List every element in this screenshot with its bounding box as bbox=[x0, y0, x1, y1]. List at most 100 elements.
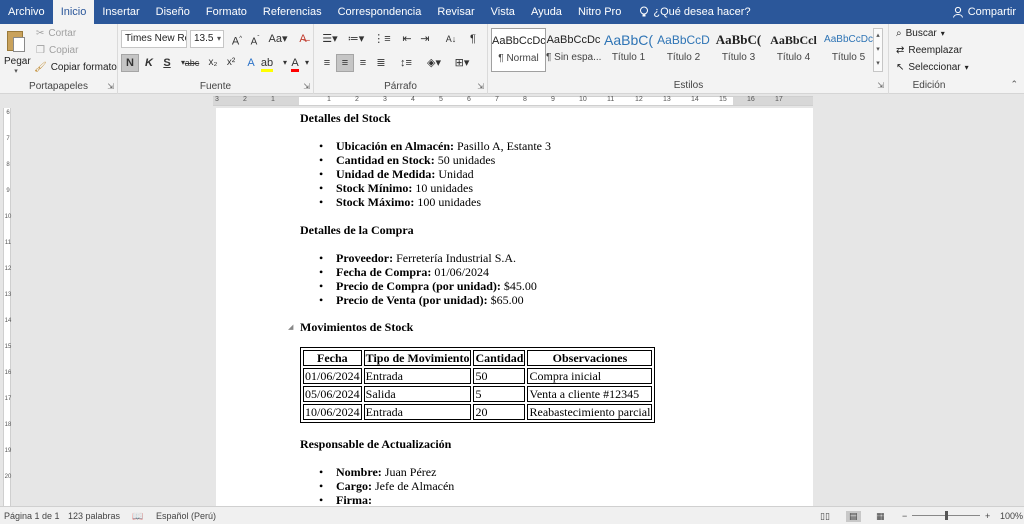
font-color-dropdown[interactable]: ▾ bbox=[302, 54, 312, 72]
align-left-icon: ≡ bbox=[323, 57, 331, 69]
vruler-number: 7 bbox=[6, 136, 10, 142]
zoom-in-button[interactable]: + bbox=[985, 511, 990, 521]
dialog-launcher-icon[interactable]: ⇲ bbox=[477, 82, 484, 91]
superscript-button[interactable]: x² bbox=[222, 54, 240, 72]
zoom-out-button[interactable]: − bbox=[902, 511, 907, 521]
collapse-ribbon-icon[interactable]: ⌃ bbox=[1010, 79, 1018, 90]
web-layout-icon[interactable]: ▦ bbox=[876, 511, 885, 522]
select-button[interactable]: ↖ Seleccionar ▾ bbox=[896, 62, 969, 73]
increase-indent-button[interactable]: ⇥ bbox=[416, 30, 434, 48]
zoom-level[interactable]: 100% bbox=[1000, 511, 1023, 521]
line-spacing-button[interactable]: ↕≡ bbox=[394, 54, 418, 72]
grow-font-button[interactable]: A^ bbox=[228, 30, 246, 48]
print-layout-icon[interactable]: ▤ bbox=[846, 511, 861, 522]
style-heading-5[interactable]: AaBbCcDc Título 5 bbox=[821, 28, 876, 72]
proofing-icon[interactable]: 📖 bbox=[132, 511, 143, 522]
tab-inicio[interactable]: Inicio bbox=[52, 0, 95, 24]
document-page[interactable]: Detalles del Stock Ubicación en Almacén:… bbox=[216, 108, 813, 506]
vruler-number: 14 bbox=[4, 318, 12, 324]
paste-button[interactable]: Pegar ▾ bbox=[4, 28, 31, 75]
dialog-launcher-icon[interactable]: ⇲ bbox=[107, 82, 114, 91]
italic-button[interactable]: K bbox=[140, 54, 158, 72]
bold-label: N bbox=[126, 57, 134, 69]
font-name-select[interactable]: Times New Ro bbox=[121, 30, 187, 48]
item-label: Unidad de Medida: bbox=[336, 167, 436, 181]
tell-me-search[interactable]: ¿Qué desea hacer? bbox=[629, 0, 758, 24]
bullets-button[interactable]: ☰▾ bbox=[318, 30, 342, 48]
ribbon: Pegar ▾ ✂ Cortar ❐ Copiar 🖌 Copiar forma… bbox=[0, 24, 1024, 94]
vruler-number: 13 bbox=[4, 292, 12, 298]
bold-button[interactable]: N bbox=[121, 54, 139, 72]
tab-insertar[interactable]: Insertar bbox=[94, 0, 147, 24]
style-sample: AaBbCcDc bbox=[546, 34, 601, 46]
tab-revisar[interactable]: Revisar bbox=[429, 0, 482, 24]
style-normal[interactable]: AaBbCcDc ¶ Normal bbox=[491, 28, 546, 72]
replace-button[interactable]: ⇄ Reemplazar bbox=[896, 45, 962, 56]
style-no-spacing[interactable]: AaBbCcDc ¶ Sin espa... bbox=[546, 28, 601, 72]
style-heading-4[interactable]: AaBbCcl Título 4 bbox=[766, 28, 821, 72]
align-right-button[interactable]: ≡ bbox=[354, 54, 372, 72]
replace-icon: ⇄ bbox=[896, 45, 905, 56]
format-painter-button[interactable]: 🖌 Copiar formato bbox=[34, 62, 117, 73]
find-button[interactable]: ⌕ Buscar ▾ bbox=[896, 28, 945, 39]
multilevel-list-button[interactable]: ⋮≡ bbox=[370, 30, 394, 48]
shrink-font-button[interactable]: Aˇ bbox=[246, 30, 264, 48]
word-count[interactable]: 123 palabras bbox=[68, 511, 120, 521]
style-heading-1[interactable]: AaBbC( Título 1 bbox=[601, 28, 656, 72]
tab-formato[interactable]: Formato bbox=[198, 0, 255, 24]
style-name: Título 1 bbox=[611, 52, 646, 63]
borders-icon: ⊞ bbox=[454, 57, 464, 69]
decrease-indent-button[interactable]: ⇤ bbox=[398, 30, 416, 48]
style-name: Título 3 bbox=[721, 52, 756, 63]
change-case-button[interactable]: Aa▾ bbox=[266, 30, 290, 48]
tab-archivo[interactable]: Archivo bbox=[0, 0, 53, 24]
dialog-launcher-icon[interactable]: ⇲ bbox=[303, 82, 310, 91]
copy-button[interactable]: ❐ Copiar bbox=[36, 45, 78, 56]
table-cell: 01/06/2024 bbox=[303, 368, 362, 384]
align-left-button[interactable]: ≡ bbox=[318, 54, 336, 72]
subscript-button[interactable]: x₂ bbox=[204, 54, 222, 72]
table-cell: 05/06/2024 bbox=[303, 386, 362, 402]
show-marks-button[interactable]: ¶ bbox=[464, 30, 482, 48]
ruler-number: 15 bbox=[719, 96, 727, 103]
clear-format-icon[interactable]: A̶ bbox=[294, 30, 312, 48]
cut-button[interactable]: ✂ Cortar bbox=[36, 28, 76, 39]
font-size-select[interactable]: 13.5 ▾ bbox=[190, 30, 224, 48]
horizontal-ruler[interactable]: 3 2 1 1 2 3 4 5 6 7 8 9 10 11 12 13 14 1… bbox=[0, 94, 1024, 108]
scissors-icon: ✂ bbox=[36, 28, 45, 39]
item-value: Pasillo A, Estante 3 bbox=[454, 139, 551, 153]
tab-nitro-pro[interactable]: Nitro Pro bbox=[570, 0, 629, 24]
strikethrough-button[interactable]: abc bbox=[182, 54, 202, 72]
item-label: Stock Máximo: bbox=[336, 195, 415, 209]
shading-button[interactable]: ◈▾ bbox=[422, 54, 446, 72]
zoom-slider-thumb[interactable] bbox=[945, 511, 948, 520]
list-item: Cargo: Jefe de Almacén bbox=[319, 479, 454, 494]
tab-referencias[interactable]: Referencias bbox=[255, 0, 330, 24]
read-mode-icon[interactable]: ▯▯ bbox=[820, 511, 830, 522]
tab-ayuda[interactable]: Ayuda bbox=[523, 0, 570, 24]
tab-correspondencia[interactable]: Correspondencia bbox=[330, 0, 430, 24]
cursor-icon: ↖ bbox=[896, 62, 905, 73]
line-spacing-icon: ↕≡ bbox=[400, 57, 412, 69]
style-heading-3[interactable]: AaBbC( Título 3 bbox=[711, 28, 766, 72]
justify-button[interactable]: ≣ bbox=[372, 54, 390, 72]
ruler-number: 4 bbox=[411, 96, 415, 103]
sort-button[interactable]: A↓ bbox=[442, 30, 460, 48]
tab-diseno[interactable]: Diseño bbox=[148, 0, 198, 24]
borders-button[interactable]: ⊞▾ bbox=[450, 54, 474, 72]
tab-vista[interactable]: Vista bbox=[483, 0, 523, 24]
vertical-ruler[interactable]: 6 7 8 9 10 11 12 13 14 15 16 17 18 19 20 bbox=[0, 108, 12, 506]
align-center-button[interactable]: ≡ bbox=[336, 54, 354, 72]
item-value: 100 unidades bbox=[414, 195, 481, 209]
numbering-button[interactable]: ≔▾ bbox=[344, 30, 368, 48]
collapse-triangle-icon[interactable]: ◢ bbox=[288, 323, 293, 331]
dialog-launcher-icon[interactable]: ⇲ bbox=[877, 81, 884, 90]
highlight-color-button[interactable]: ab bbox=[258, 54, 276, 72]
language-indicator[interactable]: Español (Perú) bbox=[156, 511, 216, 521]
share-button[interactable]: Compartir bbox=[952, 0, 1016, 24]
list-item: Stock Máximo: 100 unidades bbox=[319, 195, 481, 210]
style-heading-2[interactable]: AaBbCcD Título 2 bbox=[656, 28, 711, 72]
page-count[interactable]: Página 1 de 1 bbox=[4, 511, 60, 521]
styles-more-button[interactable]: ▴ ▾ ▾ bbox=[873, 28, 883, 72]
styles-gallery: AaBbCcDc ¶ Normal AaBbCcDc ¶ Sin espa...… bbox=[491, 28, 873, 74]
